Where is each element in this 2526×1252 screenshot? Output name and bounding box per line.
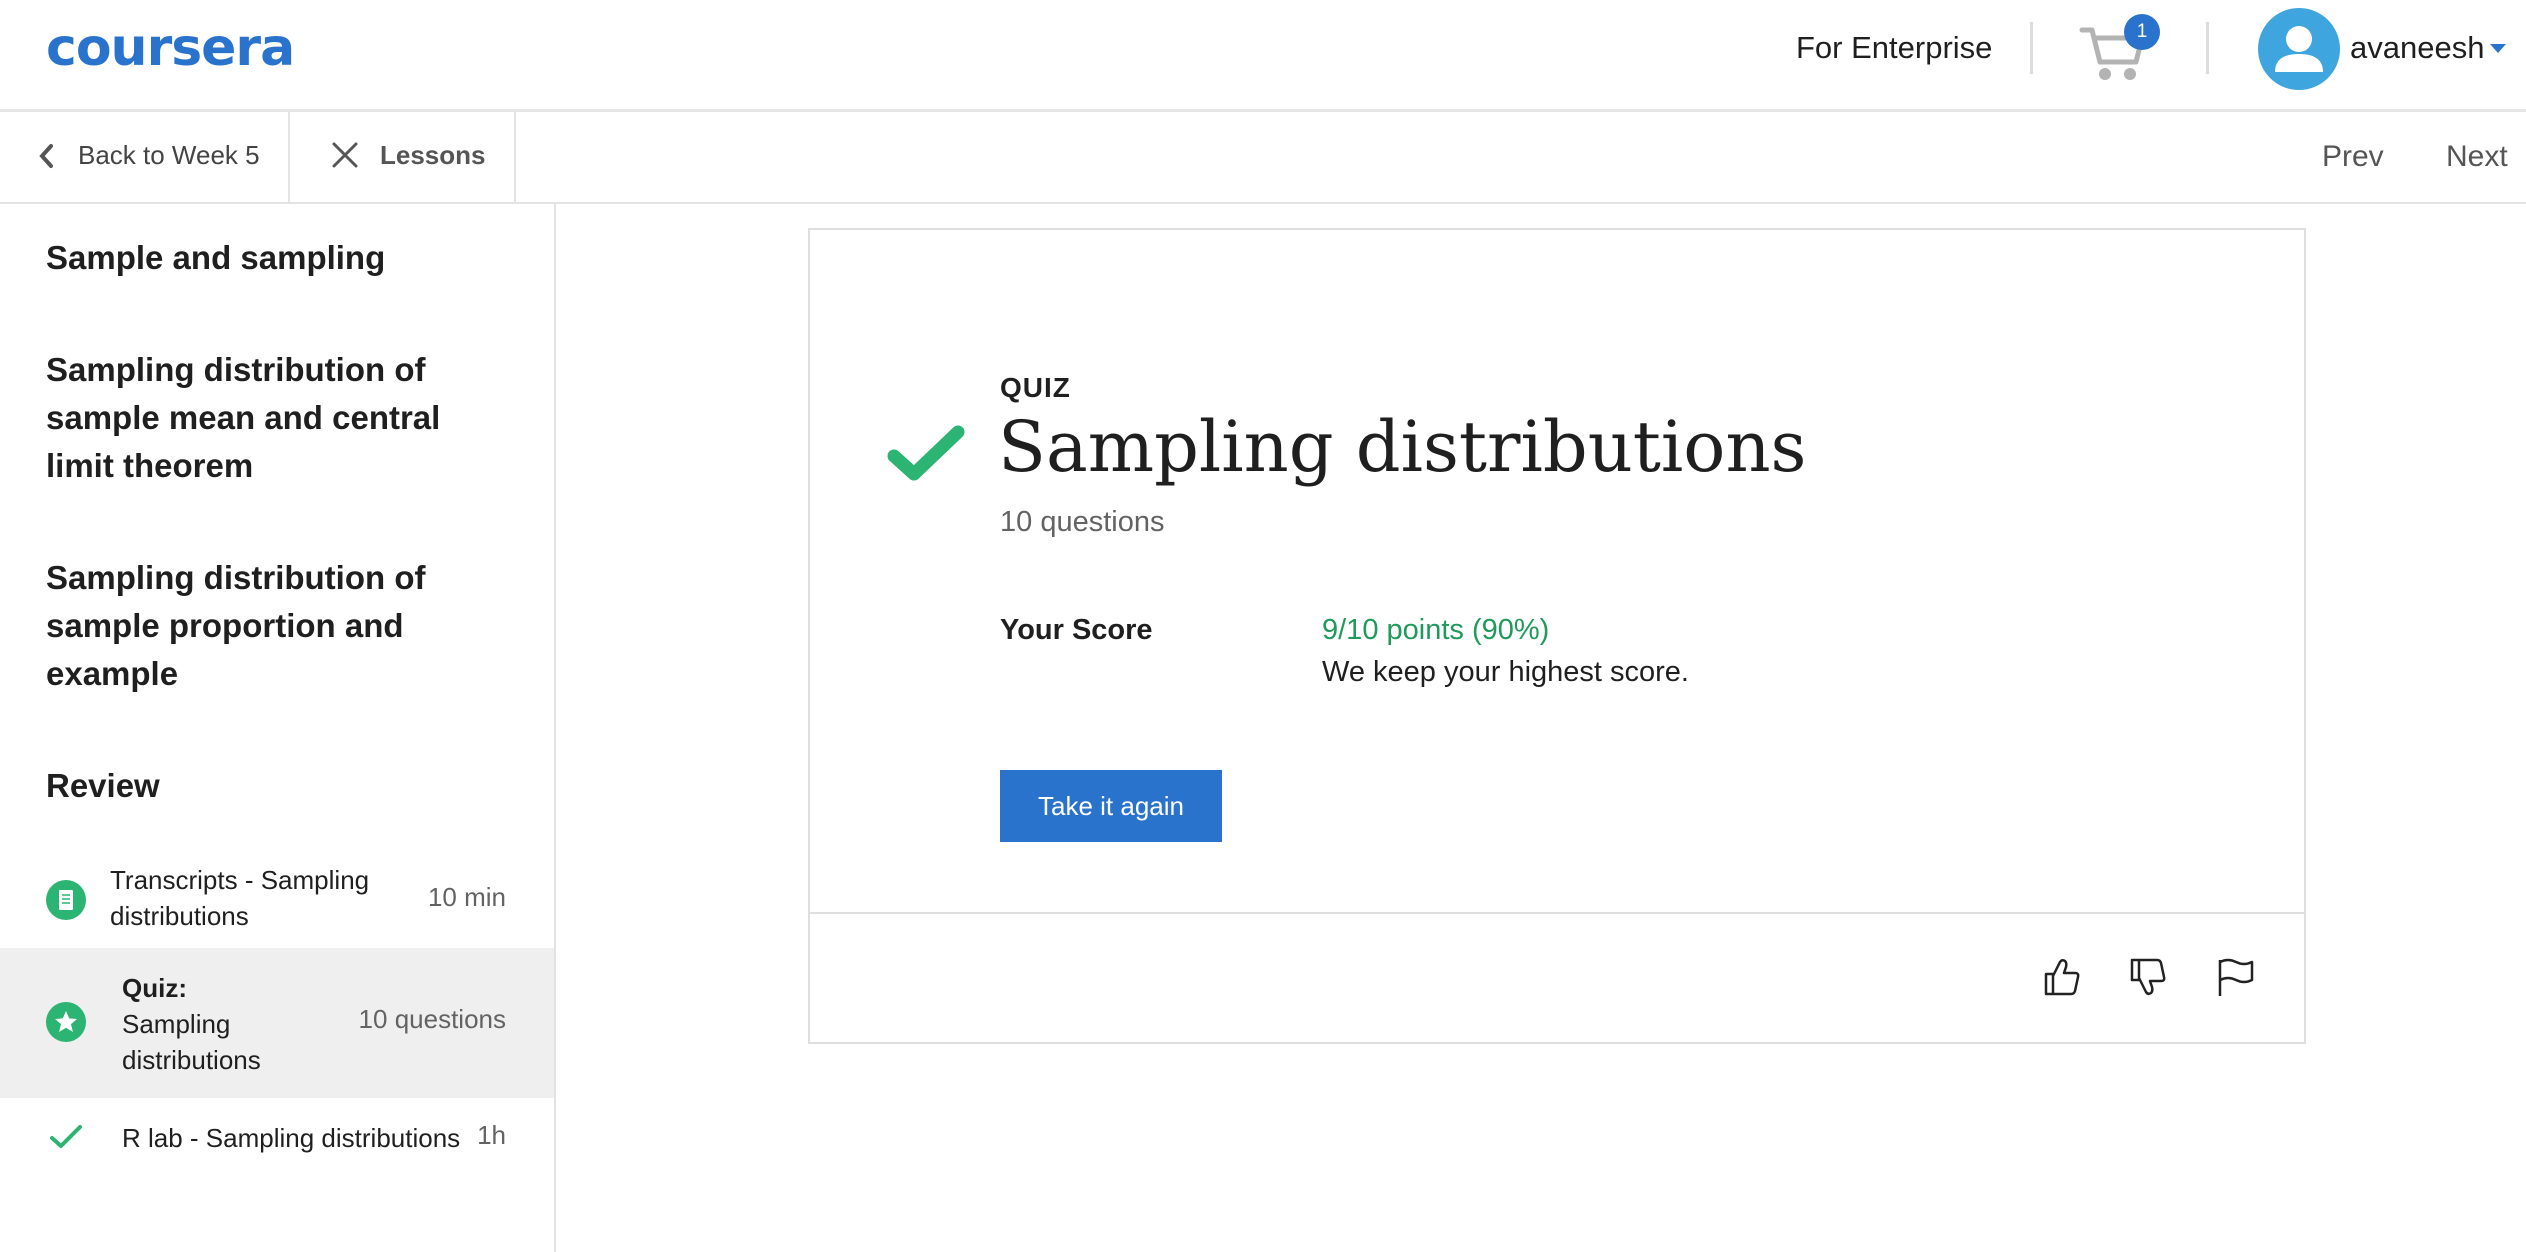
- score-note: We keep your highest score.: [1322, 656, 1689, 688]
- chevron-left-icon: [36, 142, 56, 175]
- cart-count-badge: 1: [2124, 14, 2160, 50]
- sidebar-item-r-lab[interactable]: R lab - Sampling distributions 1h: [0, 1098, 554, 1180]
- thumbs-up-icon[interactable]: [2042, 956, 2082, 1003]
- coursera-logo[interactable]: coursera: [46, 18, 295, 78]
- reading-icon: [46, 880, 86, 925]
- take-it-again-button[interactable]: Take it again: [1000, 770, 1222, 842]
- page-title: Sampling distributions: [998, 406, 1807, 488]
- sidebar-item-transcripts[interactable]: Transcripts - Sampling distributions 10 …: [0, 848, 554, 958]
- top-header: coursera For Enterprise 1 avaneesh: [0, 0, 2526, 112]
- thumbs-down-icon[interactable]: [2128, 956, 2168, 1003]
- avatar[interactable]: [2258, 8, 2340, 90]
- chevron-down-icon[interactable]: [2490, 44, 2506, 53]
- sidebar-section-title[interactable]: Sampling distribution of sample proporti…: [46, 554, 516, 698]
- header-divider: [2030, 22, 2033, 74]
- passed-check-icon: [886, 422, 966, 491]
- sidebar-item-label: R lab - Sampling distributions: [122, 1123, 461, 1153]
- sidebar-item-kind: Quiz:: [122, 973, 187, 1003]
- sidebar-item-label: Sampling distributions: [122, 1009, 261, 1075]
- lesson-navbar: Back to Week 5 Lessons Prev Next: [0, 112, 2526, 204]
- sidebar-section-title[interactable]: Sample and sampling: [46, 234, 516, 282]
- card-divider: [810, 912, 2304, 914]
- check-icon: [46, 1122, 86, 1157]
- quiz-type-label: QUIZ: [1000, 372, 1071, 403]
- score-value: 9/10 points (90%): [1322, 614, 1550, 646]
- quiz-result-card: QUIZ Sampling distributions 10 questions…: [808, 228, 2306, 1044]
- sidebar-item-quiz[interactable]: Quiz: Sampling distributions 10 question…: [0, 948, 554, 1098]
- sidebar-section-title[interactable]: Review: [46, 762, 516, 810]
- duration-label: 10 min: [427, 882, 506, 912]
- back-to-week-button[interactable]: Back to Week 5: [0, 112, 290, 202]
- duration-label: 1h: [477, 1120, 506, 1150]
- prev-button[interactable]: Prev: [2322, 140, 2384, 174]
- quiz-star-icon: [46, 1002, 86, 1047]
- back-to-week-label: Back to Week 5: [78, 140, 260, 170]
- header-divider: [2206, 22, 2209, 74]
- flag-icon[interactable]: [2214, 956, 2258, 1003]
- question-count-label: 10 questions: [358, 1004, 506, 1034]
- sidebar-item-label: Transcripts - Sampling distributions: [110, 865, 370, 931]
- close-icon: [330, 140, 360, 175]
- lessons-label: Lessons: [380, 140, 486, 170]
- question-count: 10 questions: [1000, 506, 1165, 538]
- lesson-sidebar: Sample and sampling Sampling distributio…: [0, 204, 556, 1252]
- sidebar-section-title[interactable]: Sampling distribution of sample mean and…: [46, 346, 516, 490]
- username-menu[interactable]: avaneesh: [2350, 30, 2484, 66]
- next-button[interactable]: Next: [2446, 140, 2508, 174]
- for-enterprise-link[interactable]: For Enterprise: [1796, 30, 1992, 66]
- lessons-toggle-button[interactable]: Lessons: [290, 112, 516, 202]
- score-label: Your Score: [1000, 614, 1153, 646]
